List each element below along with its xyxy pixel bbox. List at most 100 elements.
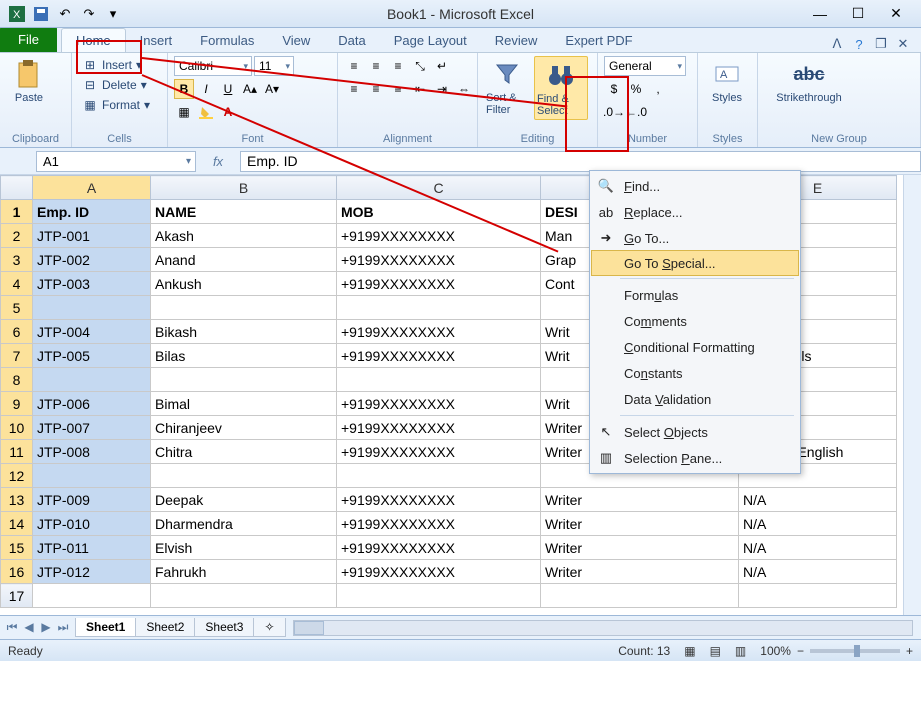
cell[interactable] [33,464,151,488]
cell[interactable]: Dharmendra [151,512,337,536]
close-workbook-icon[interactable]: ✕ [895,36,911,52]
row-header[interactable]: 2 [1,224,33,248]
cell[interactable]: Anand [151,248,337,272]
cell[interactable]: +9199XXXXXXXX [337,488,541,512]
menu-selection-pane[interactable]: ▥Selection Pane... [592,445,798,471]
table-row[interactable]: 17 [1,584,897,608]
menu-find[interactable]: 🔍Find... [592,173,798,199]
cell[interactable] [151,464,337,488]
underline-button[interactable]: U [218,79,238,99]
restore-window-icon[interactable]: ❐ [873,36,889,52]
cells-format-button[interactable]: ▦Format ▾ [78,96,154,114]
find-select-button[interactable]: Find & Select [535,57,587,119]
cell[interactable]: Writer [541,536,739,560]
paste-button[interactable]: Paste [6,56,52,106]
cell[interactable]: N/A [739,560,897,584]
row-header[interactable]: 16 [1,560,33,584]
row-header[interactable]: 3 [1,248,33,272]
tab-home[interactable]: Home [61,28,126,52]
cells-delete-button[interactable]: ⊟Delete ▾ [78,76,154,94]
cell[interactable] [337,464,541,488]
italic-button[interactable]: I [196,79,216,99]
row-header[interactable]: 5 [1,296,33,320]
menu-goto-special[interactable]: Go To Special... [591,250,799,276]
cell[interactable]: Writer [541,512,739,536]
cell[interactable]: NAME [151,200,337,224]
table-row[interactable]: 13JTP-009Deepak+9199XXXXXXXXWriterN/A [1,488,897,512]
cell[interactable]: JTP-003 [33,272,151,296]
tab-expertpdf[interactable]: Expert PDF [551,29,646,52]
view-normal-icon[interactable]: ▦ [684,644,695,658]
sheet-tab-3[interactable]: Sheet3 [194,618,254,637]
sheet-nav-last-icon[interactable]: ⏭ [55,620,71,635]
minimize-ribbon-icon[interactable]: ᐱ [829,36,845,52]
cell[interactable]: Bimal [151,392,337,416]
help-icon[interactable]: ? [851,36,867,52]
cell[interactable]: JTP-010 [33,512,151,536]
menu-constants[interactable]: Constants [592,360,798,386]
cell[interactable] [151,296,337,320]
increase-indent-button[interactable]: ⇥ [432,79,452,99]
view-pagelayout-icon[interactable]: ▤ [710,644,721,658]
cell[interactable] [33,584,151,608]
cell[interactable]: Chiranjeev [151,416,337,440]
cell[interactable]: JTP-001 [33,224,151,248]
menu-data-validation[interactable]: Data Validation [592,386,798,412]
row-header[interactable]: 6 [1,320,33,344]
redo-icon[interactable]: ↷ [78,3,100,25]
cell[interactable] [151,584,337,608]
tab-review[interactable]: Review [481,29,552,52]
cell[interactable] [151,368,337,392]
sort-filter-button[interactable]: Sort & Filter [484,56,530,118]
align-middle-button[interactable]: ≡ [366,56,386,76]
col-header-a[interactable]: A [33,176,151,200]
cell[interactable]: JTP-009 [33,488,151,512]
cell[interactable]: N/A [739,488,897,512]
cell[interactable]: +9199XXXXXXXX [337,248,541,272]
zoom-level[interactable]: 100% [760,644,791,658]
cell[interactable]: Chitra [151,440,337,464]
sheet-tab-2[interactable]: Sheet2 [135,618,195,637]
cell[interactable]: +9199XXXXXXXX [337,416,541,440]
row-header[interactable]: 13 [1,488,33,512]
row-header[interactable]: 8 [1,368,33,392]
zoom-in-button[interactable]: + [906,644,913,658]
tab-formulas[interactable]: Formulas [186,29,268,52]
cell[interactable] [33,368,151,392]
save-icon[interactable] [30,3,52,25]
horizontal-scrollbar[interactable] [293,620,913,636]
decrease-decimal-button[interactable]: ←.0 [626,102,646,122]
tab-file[interactable]: File [0,27,57,52]
row-header[interactable]: 7 [1,344,33,368]
percent-button[interactable]: % [626,79,646,99]
grow-font-button[interactable]: A▴ [240,79,260,99]
menu-select-objects[interactable]: ↖Select Objects [592,419,798,445]
col-header-c[interactable]: C [337,176,541,200]
styles-button[interactable]: A Styles [704,56,750,106]
col-header-b[interactable]: B [151,176,337,200]
cell[interactable]: N/A [739,536,897,560]
cell[interactable]: +9199XXXXXXXX [337,392,541,416]
row-header[interactable]: 15 [1,536,33,560]
cell[interactable]: Bikash [151,320,337,344]
cell[interactable]: JTP-011 [33,536,151,560]
menu-formulas[interactable]: Formulas [592,282,798,308]
sheet-nav-first-icon[interactable]: ⏮ [4,620,20,635]
cell[interactable]: JTP-002 [33,248,151,272]
cell[interactable]: JTP-006 [33,392,151,416]
cell[interactable]: +9199XXXXXXXX [337,224,541,248]
borders-button[interactable]: ▦ [174,102,194,122]
excel-icon[interactable]: X [6,3,28,25]
select-all-corner[interactable] [1,176,33,200]
menu-comments[interactable]: Comments [592,308,798,334]
tab-view[interactable]: View [268,29,324,52]
number-format-combo[interactable]: General [604,56,686,76]
cell[interactable]: Writer [541,488,739,512]
tab-pagelayout[interactable]: Page Layout [380,29,481,52]
vertical-scrollbar[interactable] [903,175,921,615]
cell[interactable]: Fahrukh [151,560,337,584]
cell[interactable] [337,296,541,320]
cell[interactable]: Ankush [151,272,337,296]
cell[interactable]: JTP-008 [33,440,151,464]
row-header[interactable]: 1 [1,200,33,224]
